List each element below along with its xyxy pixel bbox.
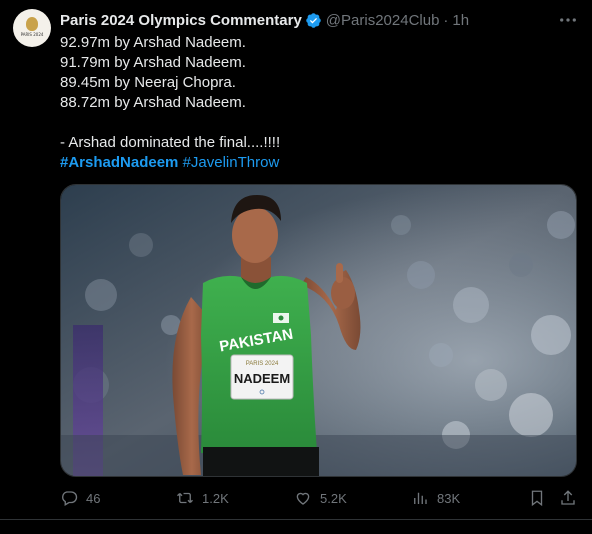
reply-button[interactable]: 46 [60,489,100,507]
repost-icon [177,492,193,504]
hashtag-javelin-throw[interactable]: #JavelinThrow [183,154,280,171]
hashtag-arshad-nadeem[interactable]: #ArshadNadeem [60,154,178,171]
like-button[interactable]: 5.2K [294,489,347,507]
athlete-photo: PAKISTAN PARIS 2024 NADEEM [61,185,576,476]
bib-event-text: PARIS 2024 [246,361,279,367]
bookmark-icon [531,490,543,507]
bookmark-button[interactable] [528,489,554,507]
more-icon[interactable] [558,12,578,28]
views-button[interactable]: 83K [411,489,460,507]
avatar-label: PARIS 2024 [20,32,44,37]
share-icon [561,490,575,505]
tweet-photo[interactable]: PAKISTAN PARIS 2024 NADEEM [60,184,577,477]
repost-button[interactable]: 1.2K [176,489,229,507]
tweet-line: 92.97m by Arshad Nadeem. [60,34,246,51]
separator-dot: · [443,11,449,29]
tweet-text: 92.97m by Arshad Nadeem. 91.79m by Arsha… [60,33,575,173]
tweet-line: 89.45m by Neeraj Chopra. [60,74,236,91]
reply-count: 46 [86,490,101,506]
tweet-line: 88.72m by Arshad Nadeem. [60,94,246,111]
action-bar: 46 1.2K 5.2K 83K [60,487,577,509]
bib-name-text: NADEEM [234,371,290,386]
author-name[interactable]: Paris 2024 Olympics Commentary [60,12,302,29]
tweet-line: 91.79m by Arshad Nadeem. [60,54,246,71]
verified-badge-icon[interactable] [305,12,322,29]
heart-icon [296,492,310,505]
paris-2024-logo-icon [26,17,38,31]
tweet[interactable]: PARIS 2024 Paris 2024 Olympics Commentar… [0,0,592,534]
tweet-header: Paris 2024 Olympics Commentary @Paris202… [60,10,552,30]
author-handle[interactable]: @Paris2024Club [326,12,440,29]
share-button[interactable] [559,489,585,507]
views-icon [414,492,427,504]
tweet-closing: - Arshad dominated the final....!!!! [60,134,281,151]
like-count: 5.2K [320,490,347,506]
views-count: 83K [437,490,461,506]
divider [0,519,592,520]
reply-icon [62,491,78,506]
repost-count: 1.2K [202,490,229,506]
timestamp[interactable]: 1h [452,12,469,29]
avatar[interactable]: PARIS 2024 [13,9,51,47]
